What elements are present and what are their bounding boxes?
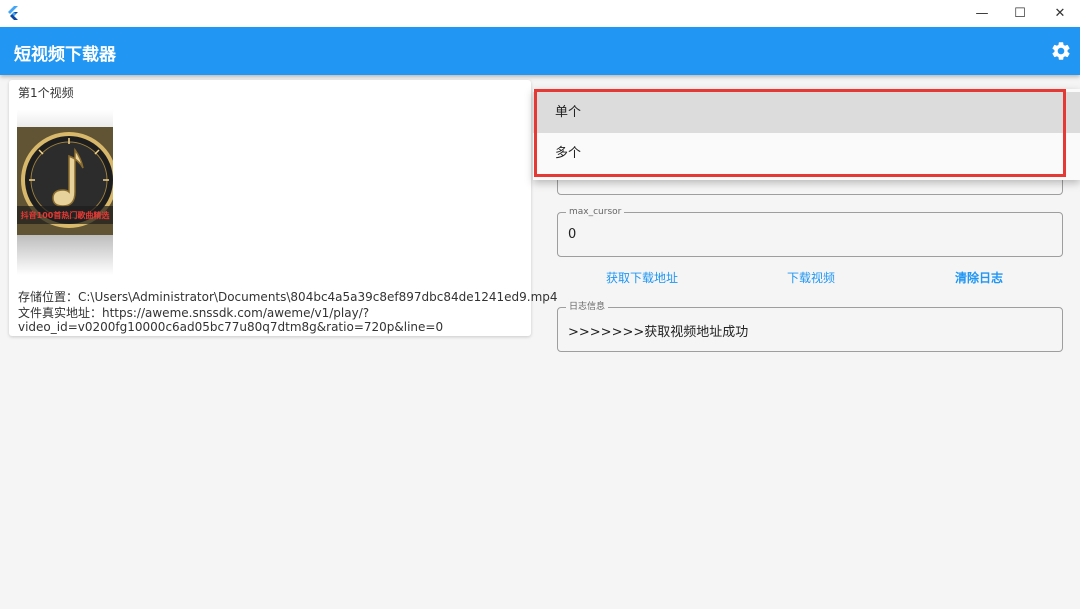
maximize-button[interactable]: ☐ (1000, 0, 1040, 27)
max-cursor-value[interactable]: 0 (568, 227, 576, 242)
app-bar: 短视频下载器 (0, 27, 1080, 75)
clear-log-button[interactable]: 清除日志 (955, 269, 1003, 286)
storage-path-text: 存储位置：C:\Users\Administrator\Documents\80… (18, 290, 558, 304)
thumbnail-caption: 抖音100首热门歌曲精选 (21, 210, 110, 220)
dropdown-option-single[interactable]: 单个 (533, 92, 1080, 133)
max-cursor-label: max_cursor (566, 206, 625, 218)
app-title: 短视频下载器 (14, 45, 116, 65)
minimize-button[interactable]: — (962, 0, 1002, 27)
video-card: 第1个视频 抖音100首热门歌曲精选 存储位置：C:\Users\Adminis… (9, 80, 558, 336)
mode-dropdown-menu: 单个 多个 (533, 89, 1080, 180)
log-label: 日志信息 (566, 301, 609, 313)
max-cursor-field[interactable]: max_cursor 0 (557, 206, 1063, 257)
real-url-text-continued: video_id=v0200fg10000c6ad05bc77u80q7dtm8… (18, 320, 444, 334)
video-thumbnail-image: 抖音100首热门歌曲精选 (17, 110, 113, 275)
log-value: >>>>>>>获取视频地址成功 (568, 325, 749, 340)
window-titlebar: — ☐ ✕ (0, 0, 1080, 27)
dropdown-option-multiple[interactable]: 多个 (533, 133, 1080, 174)
log-field[interactable]: 日志信息 >>>>>>>获取视频地址成功 (557, 301, 1063, 352)
flutter-logo-icon (8, 6, 18, 20)
real-url-text: 文件真实地址：https://aweme.snssdk.com/aweme/v1… (18, 306, 370, 320)
video-card-title: 第1个视频 (18, 86, 74, 100)
get-download-url-button[interactable]: 获取下载地址 (606, 269, 678, 286)
download-video-button[interactable]: 下载视频 (787, 269, 835, 286)
gear-icon[interactable] (1050, 40, 1072, 62)
video-thumbnail[interactable]: 抖音100首热门歌曲精选 (17, 110, 113, 275)
close-button[interactable]: ✕ (1040, 0, 1080, 27)
